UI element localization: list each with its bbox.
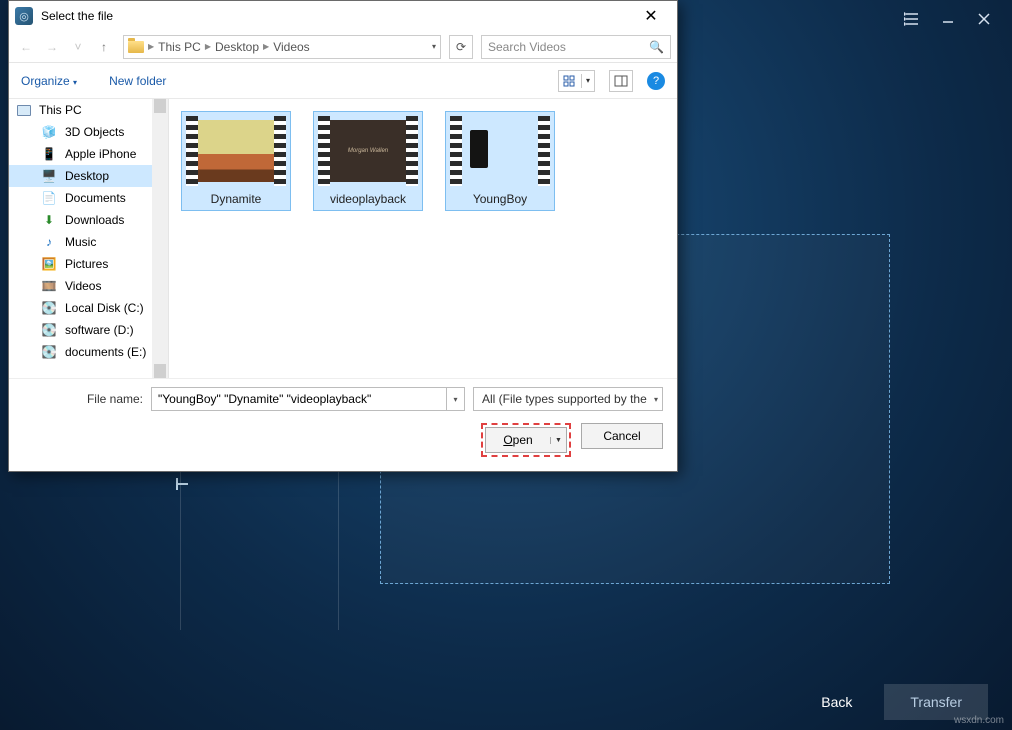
tree-root-this-pc[interactable]: This PC: [9, 99, 168, 121]
tree-item-desktop[interactable]: 🖥️Desktop: [9, 165, 168, 187]
minimize-button[interactable]: [930, 7, 966, 31]
address-dropdown-icon[interactable]: ▾: [432, 42, 436, 51]
video-thumb: [450, 116, 550, 186]
thumbnails-icon: [563, 75, 577, 87]
dialog-title: Select the file: [41, 9, 113, 23]
crumb-sep-icon: ▶: [148, 42, 154, 51]
cube-icon: 🧊: [41, 125, 57, 139]
download-icon: ⬇: [41, 213, 57, 227]
close-icon[interactable]: ✕: [631, 6, 671, 26]
filename-input[interactable]: [151, 387, 447, 411]
picture-icon: 🖼️: [41, 257, 57, 271]
list-icon[interactable]: [894, 7, 930, 31]
crumb-desktop[interactable]: Desktop: [215, 40, 259, 54]
file-open-dialog: Select the file ✕ ← → ˅ ↑ ▶ This PC ▶ De…: [8, 0, 678, 472]
cancel-button[interactable]: Cancel: [581, 423, 663, 449]
preview-icon: [614, 75, 628, 87]
close-app-button[interactable]: [966, 7, 1002, 31]
file-dynamite[interactable]: Dynamite: [181, 111, 291, 211]
handle-icon: [176, 483, 188, 485]
crumb-this-pc[interactable]: This PC: [158, 40, 201, 54]
search-input[interactable]: [488, 40, 649, 54]
disk-icon: 💽: [41, 323, 57, 337]
music-icon: ♪: [41, 235, 57, 249]
crumb-sep-icon: ▶: [205, 42, 211, 51]
tree-item-3d-objects[interactable]: 🧊3D Objects: [9, 121, 168, 143]
dialog-bottom: File name: ▾ All (File types supported b…: [9, 378, 677, 471]
tree-item-videos[interactable]: 🎞️Videos: [9, 275, 168, 297]
dialog-toolbar: Organize ▾ New folder ▾ ?: [9, 63, 677, 99]
video-thumb: Morgan Wallen: [318, 116, 418, 186]
pc-icon: [17, 105, 31, 116]
open-button[interactable]: Open ▼: [485, 427, 567, 453]
address-bar[interactable]: ▶ This PC ▶ Desktop ▶ Videos ▾: [123, 35, 441, 59]
file-label: Dynamite: [186, 192, 286, 206]
open-label: pen: [513, 433, 533, 447]
forward-nav-icon[interactable]: →: [41, 36, 63, 58]
phone-icon: 📱: [41, 147, 57, 161]
filename-label: File name:: [23, 392, 143, 406]
tree-item-music[interactable]: ♪Music: [9, 231, 168, 253]
file-list[interactable]: Dynamite Morgan Wallen videoplayback You…: [169, 99, 677, 378]
folder-tree[interactable]: This PC 🧊3D Objects 📱Apple iPhone 🖥️Desk…: [9, 99, 169, 378]
disk-icon: 💽: [41, 345, 57, 359]
crumb-videos[interactable]: Videos: [273, 40, 309, 54]
disk-icon: 💽: [41, 301, 57, 315]
desktop-icon: 🖥️: [41, 169, 57, 183]
folder-icon: [128, 41, 144, 53]
search-box[interactable]: 🔍: [481, 35, 671, 59]
app-icon: [15, 7, 33, 25]
dialog-body: This PC 🧊3D Objects 📱Apple iPhone 🖥️Desk…: [9, 99, 677, 378]
scrollbar[interactable]: [152, 99, 168, 378]
tree-item-documents[interactable]: 📄Documents: [9, 187, 168, 209]
tree-item-software-d[interactable]: 💽software (D:): [9, 319, 168, 341]
recent-chevron-icon[interactable]: ˅: [67, 36, 89, 58]
dialog-navbar: ← → ˅ ↑ ▶ This PC ▶ Desktop ▶ Videos ▾ ⟳…: [9, 31, 677, 63]
open-split-icon[interactable]: ▼: [550, 437, 566, 444]
preview-pane-button[interactable]: [609, 70, 633, 92]
help-icon[interactable]: ?: [647, 72, 665, 90]
chevron-down-icon: ▾: [654, 395, 658, 404]
file-videoplayback[interactable]: Morgan Wallen videoplayback: [313, 111, 423, 211]
file-youngboy[interactable]: YoungBoy: [445, 111, 555, 211]
filename-dropdown-icon[interactable]: ▾: [447, 387, 465, 411]
highlight-box: Open ▼: [481, 423, 571, 457]
file-label: YoungBoy: [450, 192, 550, 206]
filter-label: All (File types supported by the: [482, 392, 647, 406]
view-mode-button[interactable]: ▾: [558, 70, 595, 92]
tree-item-pictures[interactable]: 🖼️Pictures: [9, 253, 168, 275]
file-label: videoplayback: [318, 192, 418, 206]
crumb-sep-icon: ▶: [263, 42, 269, 51]
refresh-icon[interactable]: ⟳: [449, 35, 473, 59]
tree-item-apple-iphone[interactable]: 📱Apple iPhone: [9, 143, 168, 165]
new-folder-button[interactable]: New folder: [109, 74, 166, 88]
tree-item-local-disk-c[interactable]: 💽Local Disk (C:): [9, 297, 168, 319]
watermark: wsxdn.com: [954, 715, 1004, 726]
back-button[interactable]: Back: [807, 686, 866, 718]
back-nav-icon[interactable]: ←: [15, 36, 37, 58]
organize-menu[interactable]: Organize ▾: [21, 74, 77, 88]
app-footer: Back Transfer: [0, 674, 1012, 730]
video-thumb: [186, 116, 286, 186]
search-icon[interactable]: 🔍: [649, 40, 664, 54]
video-icon: 🎞️: [41, 279, 57, 293]
dialog-titlebar: Select the file ✕: [9, 1, 677, 31]
tree-item-downloads[interactable]: ⬇Downloads: [9, 209, 168, 231]
document-icon: 📄: [41, 191, 57, 205]
file-type-filter[interactable]: All (File types supported by the ▾: [473, 387, 663, 411]
up-nav-icon[interactable]: ↑: [93, 36, 115, 58]
tree-item-documents-e[interactable]: 💽documents (E:): [9, 341, 168, 363]
